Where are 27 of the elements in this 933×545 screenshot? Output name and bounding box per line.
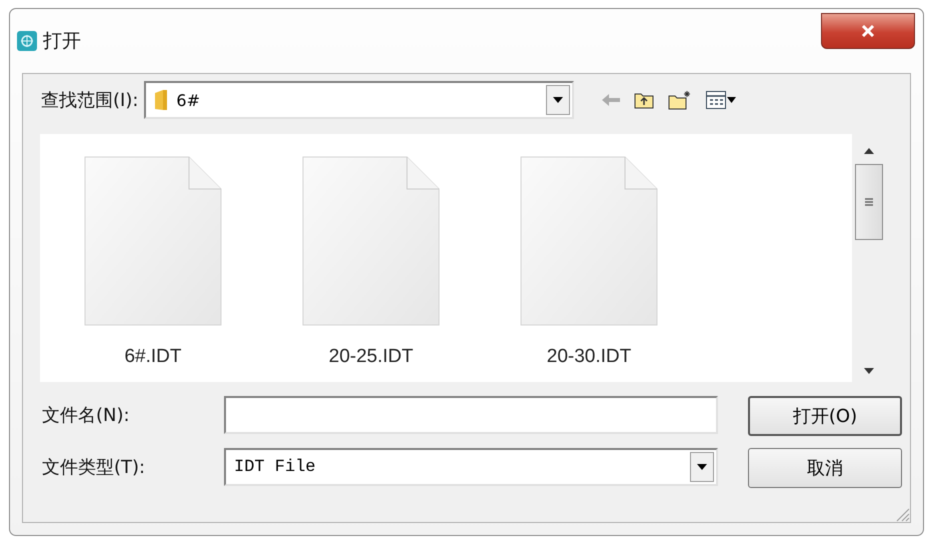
resize-grip-icon[interactable] xyxy=(894,506,910,522)
new-folder-icon[interactable] xyxy=(668,90,692,110)
file-name[interactable]: 20-25.IDT xyxy=(328,346,414,368)
file-name-field[interactable] xyxy=(224,396,718,434)
scroll-down-icon[interactable] xyxy=(864,368,874,374)
file-type-label: 文件类型(T): xyxy=(42,456,146,479)
file-type-dropdown[interactable]: IDT File xyxy=(224,448,718,486)
view-menu-icon[interactable] xyxy=(706,91,736,109)
dropdown-arrow-icon xyxy=(697,464,707,470)
scroll-up-icon[interactable] xyxy=(864,148,874,154)
open-button[interactable]: 打开(O) xyxy=(748,396,902,436)
app-icon xyxy=(17,31,37,51)
look-in-label: 查找范围(I): xyxy=(41,89,138,112)
file-name-label: 文件名(N): xyxy=(42,404,131,427)
cancel-button[interactable]: 取消 xyxy=(748,448,902,488)
close-icon xyxy=(861,25,875,37)
back-arrow-icon[interactable] xyxy=(602,94,620,106)
window-title: 打开 xyxy=(43,29,81,54)
dropdown-arrow-icon xyxy=(553,97,564,103)
file-name[interactable]: 6#.IDT xyxy=(124,346,182,368)
close-button[interactable] xyxy=(821,13,915,49)
look-in-dropdown[interactable]: 6# xyxy=(144,81,574,119)
grip-icon xyxy=(864,197,874,207)
file-name[interactable]: 20-30.IDT xyxy=(546,346,632,368)
scroll-thumb[interactable] xyxy=(855,164,883,240)
up-folder-icon[interactable] xyxy=(634,91,654,109)
folder-icon xyxy=(154,89,168,111)
